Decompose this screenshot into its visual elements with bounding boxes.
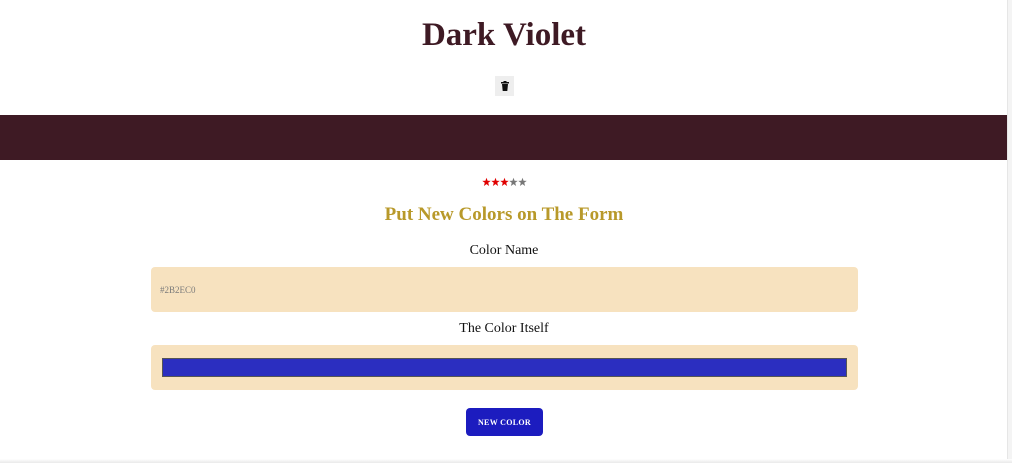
new-color-button[interactable]: NEW COLOR <box>466 408 543 436</box>
color-itself-label: The Color Itself <box>459 321 549 336</box>
form-heading: Put New Colors on The Form <box>384 204 624 225</box>
color-name-label: Color Name <box>469 243 539 258</box>
trash-icon <box>500 81 509 91</box>
page-bottom-edge <box>0 459 1012 463</box>
star-empty-icon[interactable] <box>518 177 527 187</box>
star-filled-icon[interactable] <box>482 177 491 187</box>
color-band <box>0 115 1008 160</box>
header: Dark Violet <box>0 0 1008 115</box>
delete-button[interactable] <box>495 76 514 96</box>
page: Dark Violet Put New Colors on The Form C… <box>0 0 1012 463</box>
color-picker-field <box>151 345 858 390</box>
star-filled-icon[interactable] <box>500 177 509 187</box>
color-picker-input[interactable] <box>162 358 847 377</box>
page-title: Dark Violet <box>421 17 587 53</box>
scrollbar[interactable] <box>1007 0 1012 463</box>
star-rating <box>482 177 527 189</box>
color-name-input[interactable] <box>151 267 858 312</box>
star-empty-icon[interactable] <box>509 177 518 187</box>
star-filled-icon[interactable] <box>491 177 500 187</box>
